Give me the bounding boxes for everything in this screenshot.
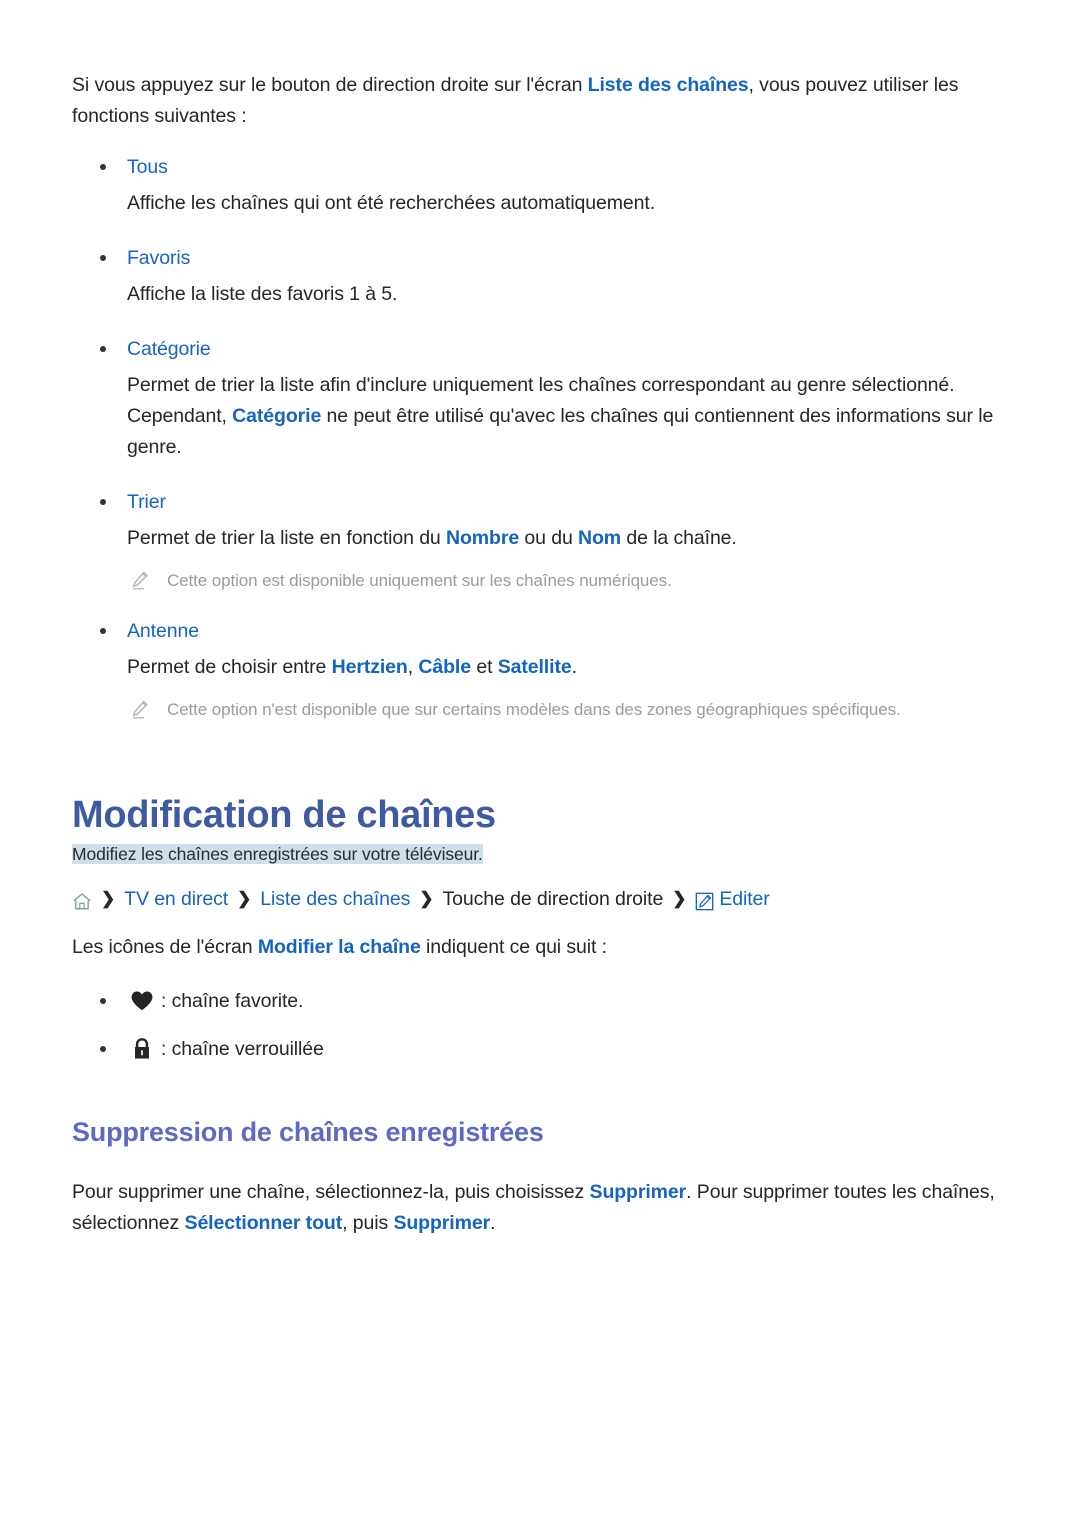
link-selectionner-tout[interactable]: Sélectionner tout [185, 1212, 343, 1234]
breadcrumb-item-tv-en-direct[interactable]: TV en direct [124, 884, 228, 914]
bullet-dot-icon [100, 499, 106, 505]
trier-desc-part2: ou du [519, 527, 579, 549]
option-tous-description: Affiche les chaînes qui ont été recherch… [127, 192, 656, 214]
option-categorie-description: Permet de trier la liste afin d'inclure … [72, 370, 1008, 463]
section-subtitle: Modifiez les chaînes enregistrées sur vo… [72, 844, 483, 864]
suppression-part4: . [490, 1212, 496, 1234]
home-icon[interactable] [72, 890, 92, 910]
link-categorie[interactable]: Catégorie [232, 405, 321, 427]
link-liste-des-chaines[interactable]: Liste des chaînes [588, 74, 749, 96]
option-favoris-header: Favoris [72, 243, 1008, 273]
option-antenne: Antenne Permet de choisir entre Hertzien… [72, 616, 1008, 683]
bullet-dot-icon [100, 998, 106, 1004]
channel-icon-legend-list: : chaîne favorite. : chaîne verrouillée [72, 981, 1008, 1069]
option-antenne-description: Permet de choisir entre Hertzien, Câble … [72, 652, 1008, 683]
section-heading-modification: Modification de chaînes [72, 794, 496, 836]
option-tous-header: Tous [72, 152, 1008, 182]
link-cable[interactable]: Câble [418, 656, 471, 678]
suppression-part3: , puis [342, 1212, 394, 1234]
legend-item-locked: : chaîne verrouillée [72, 1029, 1008, 1069]
option-trier: Trier Permet de trier la liste en foncti… [72, 487, 1008, 554]
note-trier-text: Cette option est disponible uniquement s… [167, 571, 672, 590]
lock-icon [127, 1034, 157, 1064]
section-subtitle-wrap: Modifiez les chaînes enregistrées sur vo… [72, 841, 1008, 868]
edit-pencil-icon[interactable] [695, 890, 714, 910]
link-nombre[interactable]: Nombre [446, 527, 519, 549]
suppression-paragraph: Pour supprimer une chaîne, sélectionnez-… [72, 1177, 1008, 1239]
link-supprimer-2[interactable]: Supprimer [393, 1212, 490, 1234]
intro-text-part1: Si vous appuyez sur le bouton de directi… [72, 74, 588, 96]
breadcrumb-item-editer[interactable]: Editer [719, 884, 769, 914]
breadcrumb-separator-icon: ❯ [237, 888, 252, 908]
option-favoris: Favoris Affiche la liste des favoris 1 à… [72, 243, 1008, 310]
icons-intro-paragraph: Les icônes de l'écran Modifier la chaîne… [72, 932, 1008, 963]
trier-desc-part1: Permet de trier la liste en fonction du [127, 527, 446, 549]
note-antenne-text: Cette option n'est disponible que sur ce… [167, 700, 901, 719]
bullet-dot-icon [100, 346, 106, 352]
icons-intro-part2: indiquent ce qui suit : [420, 936, 607, 958]
option-tous: Tous Affiche les chaînes qui ont été rec… [72, 152, 1008, 219]
note-pencil-icon [130, 570, 150, 592]
option-categorie-header: Catégorie [72, 334, 1008, 364]
link-modifier-la-chaine[interactable]: Modifier la chaîne [258, 936, 421, 958]
bullet-dot-icon [100, 164, 106, 170]
trier-desc-part3: de la chaîne. [621, 527, 737, 549]
option-favoris-term[interactable]: Favoris [127, 247, 190, 269]
legend-item-favorite: : chaîne favorite. [72, 981, 1008, 1021]
option-favoris-description: Affiche la liste des favoris 1 à 5. [127, 283, 398, 305]
heart-icon [127, 986, 157, 1016]
antenne-desc-part4: . [571, 656, 577, 678]
options-list: Tous Affiche les chaînes qui ont été rec… [72, 152, 1008, 725]
page-content: Si vous appuyez sur le bouton de directi… [72, 70, 1008, 1245]
breadcrumb-item-touche-direction-droite: Touche de direction droite [442, 888, 664, 910]
subsection-heading-suppression: Suppression de chaînes enregistrées [72, 1117, 544, 1147]
antenne-desc-part1: Permet de choisir entre [127, 656, 332, 678]
option-antenne-header: Antenne [72, 616, 1008, 646]
note-trier: Cette option est disponible uniquement s… [72, 568, 1008, 596]
link-satellite[interactable]: Satellite [498, 656, 572, 678]
option-categorie-term[interactable]: Catégorie [127, 338, 211, 360]
legend-item-locked-label: : chaîne verrouillée [161, 1038, 324, 1060]
icons-intro-part1: Les icônes de l'écran [72, 936, 258, 958]
breadcrumb-item-liste-des-chaines[interactable]: Liste des chaînes [260, 884, 410, 914]
option-trier-term[interactable]: Trier [127, 491, 166, 513]
note-pencil-icon [130, 699, 150, 721]
bullet-dot-icon [100, 628, 106, 634]
legend-item-favorite-label: : chaîne favorite. [161, 990, 304, 1012]
option-antenne-term[interactable]: Antenne [127, 620, 199, 642]
breadcrumb: ❯ TV en direct ❯ Liste des chaînes ❯ Tou… [72, 884, 1008, 914]
link-supprimer-1[interactable]: Supprimer [590, 1181, 687, 1203]
breadcrumb-separator-icon: ❯ [419, 888, 434, 908]
bullet-dot-icon [100, 1046, 106, 1052]
breadcrumb-separator-icon: ❯ [101, 888, 116, 908]
link-nom[interactable]: Nom [578, 527, 621, 549]
antenne-desc-part3: et [471, 656, 498, 678]
link-hertzien[interactable]: Hertzien [332, 656, 408, 678]
suppression-part1: Pour supprimer une chaîne, sélectionnez-… [72, 1181, 590, 1203]
option-categorie: Catégorie Permet de trier la liste afin … [72, 334, 1008, 463]
document-page: Si vous appuyez sur le bouton de directi… [0, 0, 1080, 1527]
breadcrumb-separator-icon: ❯ [672, 888, 687, 908]
antenne-desc-part2: , [407, 656, 419, 678]
option-trier-header: Trier [72, 487, 1008, 517]
bullet-dot-icon [100, 255, 106, 261]
note-antenne: Cette option n'est disponible que sur ce… [72, 697, 1008, 725]
intro-paragraph: Si vous appuyez sur le bouton de directi… [72, 70, 1008, 132]
option-trier-description: Permet de trier la liste en fonction du … [72, 523, 1008, 554]
option-tous-term[interactable]: Tous [127, 156, 168, 178]
